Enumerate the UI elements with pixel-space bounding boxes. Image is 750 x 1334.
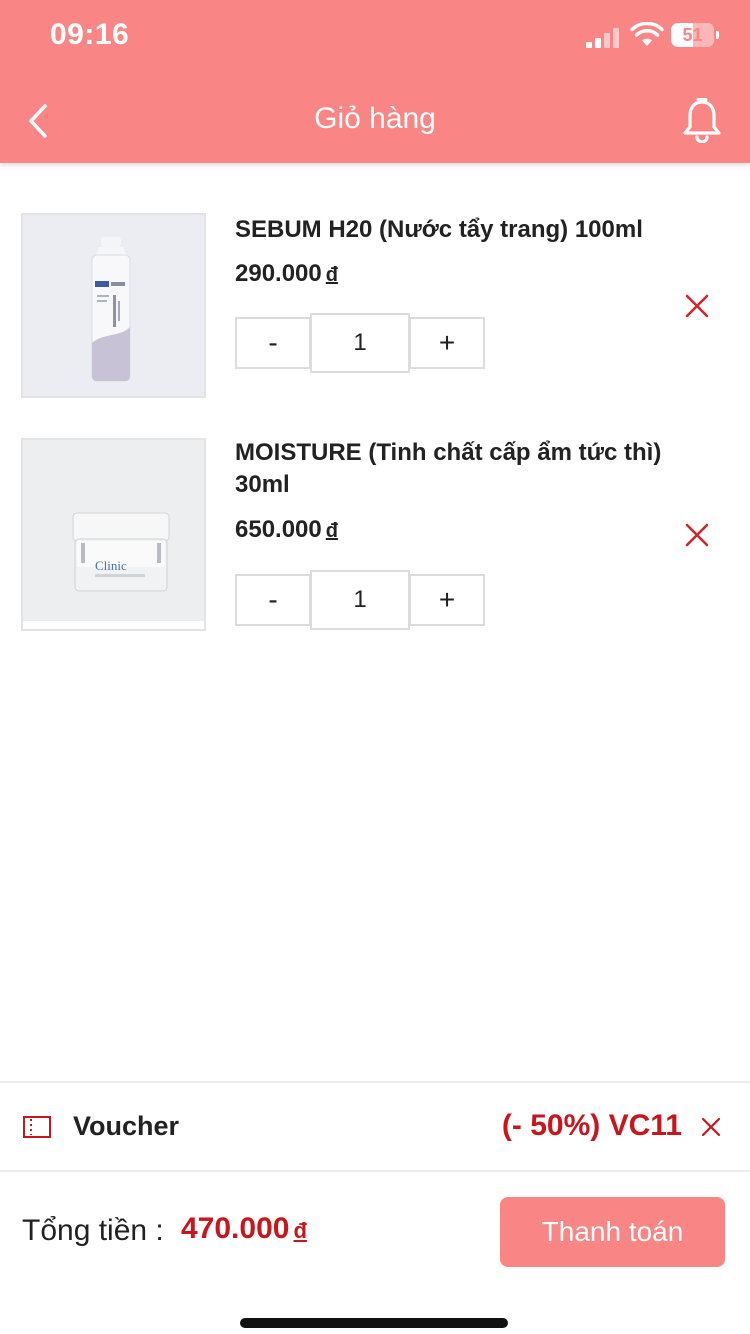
decrease-quantity-button[interactable]: - — [235, 574, 311, 626]
total-label: Tổng tiền : — [22, 1214, 164, 1247]
product-image-moisture[interactable]: Clinic — [21, 438, 206, 631]
page-title: Giỏ hàng — [314, 102, 436, 135]
notification-button[interactable] — [676, 94, 728, 146]
svg-text:Clinic: Clinic — [95, 558, 127, 573]
remove-voucher-button[interactable] — [697, 1113, 725, 1141]
battery-percent: 51 — [682, 25, 703, 45]
currency-symbol: đ — [325, 520, 338, 542]
total-value: 470.000 — [181, 1212, 290, 1245]
quantity-value[interactable]: 1 — [310, 313, 410, 373]
wifi-icon — [630, 22, 664, 46]
cart-item: SEBUM H20 (Nước tẩy trang) 100ml 290.000… — [0, 212, 750, 402]
home-indicator[interactable] — [240, 1318, 508, 1328]
voucher-label: Voucher — [73, 1111, 180, 1141]
product-bottle-image — [23, 215, 204, 396]
quantity-value[interactable]: 1 — [310, 570, 410, 630]
product-price: 650.000 đ — [235, 516, 338, 544]
product-name[interactable]: MOISTURE (Tinh chất cấp ẩm tức thì) 30ml — [235, 437, 675, 501]
price-value: 650.000 — [235, 516, 322, 543]
status-bar: 09:16 51 — [0, 0, 750, 72]
status-time: 09:16 — [50, 18, 130, 51]
total-amount: 470.000 đ — [181, 1212, 307, 1246]
voucher-bar[interactable]: Voucher (- 50%) VC11 — [0, 1081, 750, 1172]
app-header: 09:16 51 Giỏ hàng — [0, 0, 750, 163]
decrease-quantity-button[interactable]: - — [235, 317, 311, 369]
product-jar-image: Clinic — [23, 440, 204, 629]
close-icon — [685, 294, 709, 318]
remove-item-button[interactable] — [680, 518, 714, 552]
product-name[interactable]: SEBUM H20 (Nước tẩy trang) 100ml — [235, 214, 675, 246]
product-image-sebum[interactable] — [21, 213, 206, 398]
increase-quantity-button[interactable]: + — [409, 317, 485, 369]
close-icon — [701, 1117, 721, 1137]
currency-symbol: đ — [293, 1218, 307, 1243]
quantity-stepper: - + 1 — [235, 313, 485, 373]
remove-item-button[interactable] — [680, 289, 714, 323]
cart-item: Clinic MOISTURE (Tinh chất cấp ẩm tức th… — [0, 437, 750, 637]
ticket-icon — [23, 1116, 51, 1138]
quantity-stepper: - + 1 — [235, 570, 485, 630]
currency-symbol: đ — [325, 264, 338, 286]
checkout-button[interactable]: Thanh toán — [500, 1197, 725, 1267]
bell-icon — [683, 98, 721, 143]
total-bar: Tổng tiền : 470.000 đ Thanh toán — [0, 1174, 750, 1294]
voucher-code: (- 50%) VC11 — [501, 1109, 682, 1142]
price-value: 290.000 — [235, 260, 322, 287]
increase-quantity-button[interactable]: + — [409, 574, 485, 626]
battery-icon: 51 — [671, 23, 719, 47]
product-price: 290.000 đ — [235, 260, 338, 288]
close-icon — [685, 523, 709, 547]
signal-icon — [586, 28, 622, 48]
